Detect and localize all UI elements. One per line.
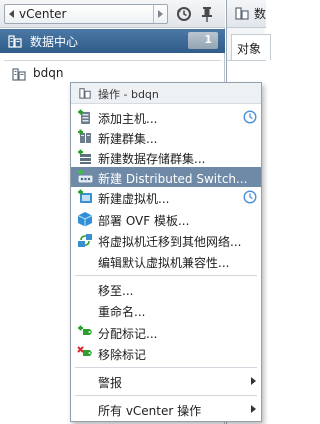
menu-item-remove-tag[interactable]: 移除标记 — [71, 343, 261, 363]
menu-item-deploy-ovf[interactable]: 部署 OVF 模板... — [71, 209, 261, 229]
menu-separator — [75, 367, 257, 368]
datacenter-label: 数据中心 — [30, 35, 79, 49]
tab-objects-label: 对象 — [237, 42, 262, 56]
navigator-toolbar: vCenter — [0, 0, 225, 28]
pin-icon[interactable] — [200, 6, 214, 22]
menu-item-new-vm[interactable]: 新建虚拟机... — [71, 187, 261, 207]
menu-item-new-cluster[interactable]: 新建群集... — [71, 127, 261, 147]
menu-item-label: 新建数据存储群集... — [98, 152, 206, 166]
menu-item-new-distributed-switch[interactable]: 新建 Distributed Switch... — [71, 167, 261, 187]
menu-item-label: 新建群集... — [98, 132, 158, 146]
menu-item-label: 新建虚拟机... — [98, 192, 170, 206]
new-distributed-switch-icon — [78, 169, 93, 183]
tree-item-label: bdqn — [33, 66, 64, 80]
menu-item-new-datastore-cluster[interactable]: 新建数据存储群集... — [71, 147, 261, 167]
menu-item-label: 移至... — [98, 284, 134, 298]
datacenter-icon — [79, 88, 91, 99]
new-vm-icon — [78, 189, 92, 203]
menu-separator — [75, 275, 257, 276]
remove-tag-icon — [77, 346, 92, 356]
menu-item-label: 重命名... — [98, 305, 146, 319]
tab-objects[interactable]: 对象 — [231, 34, 271, 60]
menu-item-assign-tag[interactable]: 分配标记... — [71, 322, 261, 342]
menu-item-move-to[interactable]: 移至... — [71, 279, 261, 299]
menu-header-label: 操作 - bdqn — [98, 88, 159, 101]
tree-item-bdqn[interactable]: bdqn — [0, 64, 225, 84]
submenu-arrow-icon — [251, 405, 256, 413]
menu-item-label: 部署 OVF 模板... — [98, 214, 190, 228]
back-history-button[interactable]: vCenter — [4, 4, 168, 24]
new-datastore-cluster-icon — [78, 149, 91, 164]
new-cluster-icon — [78, 129, 91, 143]
back-label: vCenter — [19, 7, 67, 21]
menu-item-label: 添加主机... — [98, 112, 158, 126]
history-icon[interactable] — [176, 6, 192, 22]
main-title: 数 — [254, 7, 267, 21]
add-host-icon — [78, 109, 90, 124]
menu-item-label: 所有 vCenter 操作 — [98, 404, 202, 418]
datacenter-icon — [12, 68, 26, 81]
menu-item-migrate-network[interactable]: 将虚拟机迁移到其他网络... — [71, 230, 261, 250]
datacenter-header[interactable]: 数据中心 1 — [0, 29, 225, 53]
datacenter-icon — [8, 35, 22, 48]
migrate-network-icon — [78, 234, 92, 247]
menu-item-label: 编辑默认虚拟机兼容性... — [98, 256, 230, 270]
menu-item-label: 分配标记... — [98, 327, 158, 341]
menu-separator — [75, 395, 257, 396]
main-header: 数 — [227, 0, 266, 28]
scheduled-task-clock-icon — [243, 110, 257, 124]
menu-item-label: 警报 — [98, 376, 123, 390]
datacenter-icon — [235, 7, 249, 20]
navigator-divider — [4, 60, 221, 61]
deploy-ovf-icon — [77, 212, 93, 227]
datacenter-count-badge: 1 — [188, 32, 218, 49]
assign-tag-icon — [78, 325, 92, 335]
menu-header: 操作 - bdqn — [71, 83, 261, 104]
combo-divider — [153, 5, 154, 23]
menu-item-label: 新建 Distributed Switch... — [98, 172, 248, 186]
menu-item-rename[interactable]: 重命名... — [71, 300, 261, 320]
menu-item-label: 移除标记 — [98, 348, 147, 362]
submenu-arrow-icon — [251, 377, 256, 385]
menu-item-all-vcenter-actions[interactable]: 所有 vCenter 操作 — [71, 399, 261, 419]
actions-context-menu: 操作 - bdqn 添加主机... 新建群集... 新建数据存储群集... 新建… — [70, 82, 262, 422]
scheduled-task-clock-icon — [243, 190, 257, 204]
menu-item-label: 将虚拟机迁移到其他网络... — [98, 235, 242, 249]
forward-arrow-icon[interactable] — [158, 10, 163, 18]
menu-item-edit-vm-compatibility[interactable]: 编辑默认虚拟机兼容性... — [71, 251, 261, 271]
menu-item-alarms[interactable]: 警报 — [71, 371, 261, 391]
back-arrow-icon — [9, 10, 14, 18]
menu-item-add-host[interactable]: 添加主机... — [71, 107, 261, 127]
